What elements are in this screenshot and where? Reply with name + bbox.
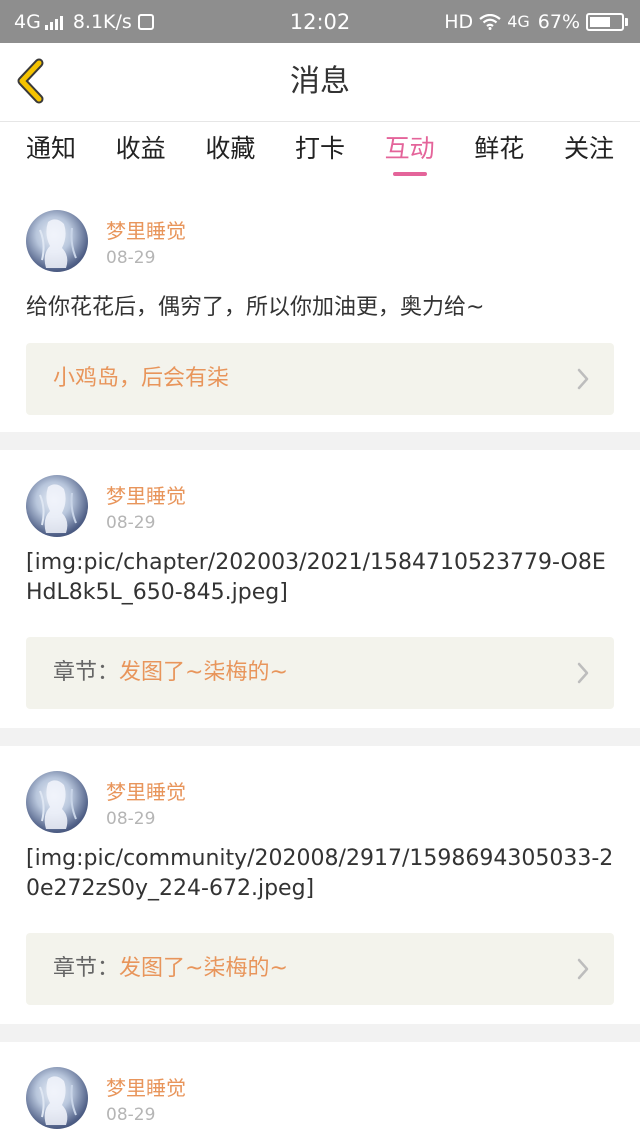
- tab-notice[interactable]: 通知: [26, 122, 76, 187]
- message-card: 梦里睡觉 08-29 [img:pic/community/202008/291…: [0, 746, 640, 1024]
- tab-earnings[interactable]: 收益: [116, 122, 166, 187]
- battery-icon: [586, 13, 628, 31]
- avatar[interactable]: [26, 1067, 88, 1129]
- avatar[interactable]: [26, 771, 88, 833]
- header: 消息: [0, 43, 640, 121]
- tab-bar: 通知 收益 收藏 打卡 互动 鲜花 关注: [0, 121, 640, 187]
- chevron-left-icon: [17, 58, 44, 104]
- status-bar: 4G 8.1K/s 12:02 HD 4G 67%: [0, 0, 640, 43]
- back-button[interactable]: [12, 57, 60, 105]
- message-date: 08-29: [106, 513, 156, 533]
- tab-label: 鲜花: [474, 134, 525, 163]
- username[interactable]: 梦里睡觉: [106, 480, 186, 509]
- tab-flowers[interactable]: 鲜花: [474, 122, 524, 187]
- reference-prefix: 章节：: [53, 956, 120, 981]
- tab-label: 通知: [26, 134, 77, 163]
- reference-prefix: 章节：: [53, 660, 120, 685]
- message-card: 梦里睡觉 08-29 [img:pic/chapter/202003/2021/…: [0, 450, 640, 728]
- reference-title: 小鸡岛，后会有柒: [53, 366, 230, 391]
- chevron-right-icon: [577, 958, 589, 980]
- message-date: 08-29: [106, 1105, 156, 1125]
- username[interactable]: 梦里睡觉: [106, 1072, 186, 1101]
- chevron-right-icon: [577, 368, 589, 390]
- tab-label: 打卡: [294, 134, 345, 163]
- avatar[interactable]: [26, 210, 88, 272]
- battery-percent: 67%: [537, 11, 580, 33]
- avatar[interactable]: [26, 475, 88, 537]
- status-right: HD 4G 67%: [444, 10, 628, 34]
- tab-label: 关注: [563, 134, 614, 163]
- reference-title: 发图了~柒梅的~: [119, 660, 288, 685]
- reference-link[interactable]: 小鸡岛，后会有柒: [26, 343, 614, 415]
- reference-label: 章节：发图了~柒梅的~: [53, 637, 288, 709]
- chevron-right-icon: [577, 662, 589, 684]
- message-text: [img:pic/community/202008/2917/159869430…: [26, 846, 614, 901]
- reference-label: 小鸡岛，后会有柒: [53, 343, 229, 415]
- reference-link[interactable]: 章节：发图了~柒梅的~: [26, 637, 614, 709]
- tab-label: 收藏: [205, 134, 256, 163]
- page-title: 消息: [290, 64, 350, 99]
- reference-link[interactable]: 章节：发图了~柒梅的~: [26, 933, 614, 1005]
- hd-indicator: HD: [444, 11, 474, 33]
- message-date: 08-29: [106, 248, 156, 268]
- tab-follow[interactable]: 关注: [564, 122, 614, 187]
- data-type: 4G: [507, 12, 530, 31]
- username[interactable]: 梦里睡觉: [106, 776, 186, 805]
- message-date: 08-29: [106, 809, 156, 829]
- reference-label: 章节：发图了~柒梅的~: [53, 933, 288, 1005]
- message-text: 给你花花后，偶穷了，所以你加油更，奥力给~: [26, 295, 485, 320]
- wifi-icon: [479, 14, 501, 30]
- reference-title: 发图了~柒梅的~: [119, 956, 288, 981]
- message-card: 梦里睡觉 08-29 给你花花后，偶穷了，所以你加油更，奥力给~ 小鸡岛，后会有…: [0, 187, 640, 432]
- username[interactable]: 梦里睡觉: [106, 215, 186, 244]
- tab-favorites[interactable]: 收藏: [205, 122, 255, 187]
- active-tab-indicator: [392, 172, 427, 176]
- tab-checkin[interactable]: 打卡: [295, 122, 345, 187]
- tab-label: 收益: [115, 134, 166, 163]
- tab-label: 互动: [384, 134, 435, 163]
- tab-interaction[interactable]: 互动: [385, 122, 435, 187]
- message-text: [img:pic/chapter/202003/2021/15847105237…: [26, 550, 606, 605]
- message-card: 梦里睡觉 08-29: [0, 1042, 640, 1138]
